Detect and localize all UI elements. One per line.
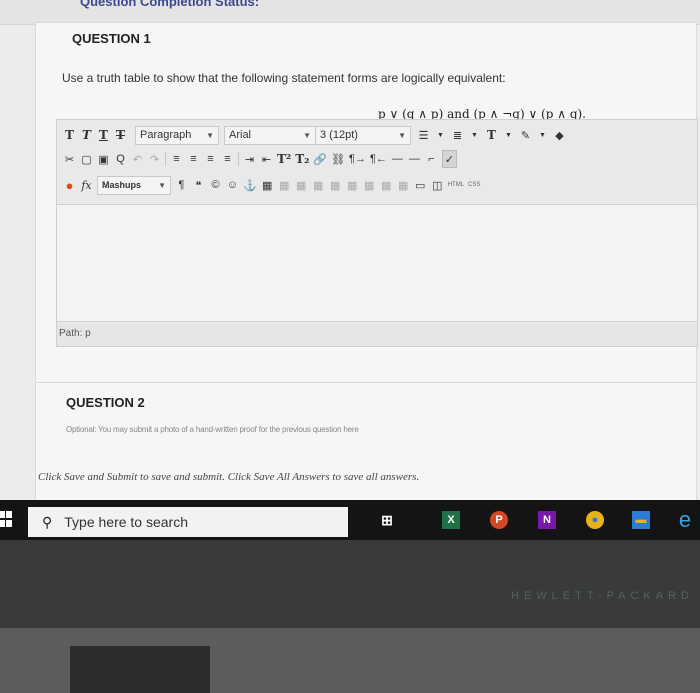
pilcrow-icon[interactable]: ¶ <box>175 177 188 193</box>
editor-path-bar: Path: p <box>57 321 697 346</box>
highlight-pen-icon[interactable]: ✎ <box>519 127 532 143</box>
excel-icon[interactable]: X <box>442 511 460 529</box>
completion-status: Question Completion Status: <box>80 0 260 9</box>
table-props-icon[interactable]: ▦ <box>380 177 393 193</box>
taskbar-search-box[interactable]: ⚲ Type here to search <box>28 507 348 537</box>
indent-icon[interactable]: ⇥ <box>243 151 256 167</box>
table-insert-col-icon[interactable]: ▦ <box>312 177 325 193</box>
copyright-icon[interactable]: © <box>209 177 222 193</box>
bold-button[interactable]: T <box>63 127 76 143</box>
question-2-title: QUESTION 2 <box>66 395 145 410</box>
undo-icon[interactable]: ↶ <box>131 151 144 167</box>
fullscreen-icon[interactable]: ▭ <box>414 177 427 193</box>
record-icon[interactable]: ● <box>63 177 76 193</box>
font-select[interactable]: Arial ▼ <box>224 125 316 145</box>
chrome-icon[interactable]: ● <box>586 511 604 529</box>
chevron-down-icon[interactable]: ▼ <box>536 127 549 143</box>
redo-icon[interactable]: ↷ <box>148 151 161 167</box>
chevron-down-icon[interactable]: ▼ <box>434 127 447 143</box>
chevron-down-icon: ▼ <box>158 180 166 190</box>
paragraph-select[interactable]: Paragraph ▼ <box>135 125 219 145</box>
toolbar-divider <box>238 152 239 166</box>
horizontal-rule-icon[interactable]: — <box>391 151 404 167</box>
bullet-list-icon[interactable]: ☰ <box>417 127 430 143</box>
nonbreaking-space-icon[interactable]: — <box>408 151 421 167</box>
table-delete-col-icon[interactable]: ▦ <box>329 177 342 193</box>
windows-start-icon[interactable] <box>0 510 12 528</box>
numbered-list-icon[interactable]: ≣ <box>451 127 464 143</box>
question-1-title: QUESTION 1 <box>72 31 151 46</box>
eraser-icon[interactable]: ◆ <box>553 127 566 143</box>
spellcheck-icon[interactable]: ⌐ <box>425 151 438 167</box>
chevron-down-icon[interactable]: ▼ <box>502 127 515 143</box>
cell-props-icon[interactable]: ▦ <box>397 177 410 193</box>
table-split-icon[interactable]: ▦ <box>363 177 376 193</box>
italic-button[interactable]: T <box>80 127 93 143</box>
math-formula-icon[interactable]: fx <box>80 177 93 193</box>
table-insert-row-icon[interactable]: ▦ <box>278 177 291 193</box>
table-delete-row-icon[interactable]: ▦ <box>295 177 308 193</box>
copy-icon[interactable]: ▢ <box>80 151 93 167</box>
mashups-select[interactable]: Mashups ▼ <box>97 175 171 195</box>
toolbar-divider <box>165 152 166 166</box>
rich-text-editor: T T T T Paragraph ▼ Arial ▼ 3 (12pt) ▼ ☰… <box>56 119 698 347</box>
editor-toolbar: T T T T Paragraph ▼ Arial ▼ 3 (12pt) ▼ ☰… <box>57 120 697 205</box>
windows-taskbar: ⚲ Type here to search ⊞ X P N ● ▬ e <box>0 500 700 540</box>
powerpoint-icon[interactable]: P <box>490 511 508 529</box>
blockquote-icon[interactable]: ❝ <box>192 177 205 193</box>
align-center-icon[interactable]: ≡ <box>187 151 200 167</box>
edge-browser-icon[interactable]: e <box>676 507 694 532</box>
path-label: Path: p <box>59 328 91 339</box>
task-view-icon[interactable]: ⊞ <box>378 511 396 529</box>
editor-content-area[interactable] <box>57 205 697 321</box>
html-button[interactable]: HTML <box>448 182 464 188</box>
strikethrough-button[interactable]: T <box>114 127 127 143</box>
preview-icon[interactable]: ◫ <box>431 177 444 193</box>
ltr-icon[interactable]: ¶→ <box>349 151 366 167</box>
rtl-icon[interactable]: ¶← <box>370 151 387 167</box>
laptop-brand-logo: HEWLETT-PACKARD <box>511 590 694 602</box>
onenote-icon[interactable]: N <box>538 511 556 529</box>
cut-icon[interactable]: ✂ <box>63 151 76 167</box>
search-placeholder: Type here to search <box>64 514 189 530</box>
underline-button[interactable]: T <box>97 127 110 143</box>
superscript-icon[interactable]: T² <box>277 151 291 167</box>
laptop-hinge-foot <box>70 646 210 693</box>
anchor-icon[interactable]: ⚓ <box>243 177 257 193</box>
chevron-down-icon[interactable]: ▼ <box>468 127 481 143</box>
outdent-icon[interactable]: ⇤ <box>260 151 273 167</box>
emoticon-icon[interactable]: ☺ <box>226 177 239 193</box>
spellcheck-toggle-icon[interactable]: ✓ <box>441 150 457 168</box>
laptop-hinge <box>0 628 700 693</box>
paste-icon[interactable]: ▣ <box>97 151 110 167</box>
justify-icon[interactable]: ≡ <box>221 151 234 167</box>
find-icon[interactable]: Q <box>114 151 127 167</box>
question-2-card: QUESTION 2 Optional: You may submit a ph… <box>35 382 697 500</box>
table-merge-icon[interactable]: ▦ <box>346 177 359 193</box>
table-icon[interactable]: ▦ <box>261 177 274 193</box>
browser-screen: Question Completion Status: QUESTION 1 U… <box>0 0 700 500</box>
subscript-icon[interactable]: T₂ <box>295 151 309 167</box>
css-button[interactable]: CSS <box>468 182 480 188</box>
search-icon: ⚲ <box>42 513 53 530</box>
chevron-down-icon: ▼ <box>398 130 406 140</box>
align-left-icon[interactable]: ≡ <box>170 151 183 167</box>
question-2-prompt: Optional: You may submit a photo of a ha… <box>66 425 359 434</box>
font-size-select[interactable]: 3 (12pt) ▼ <box>315 125 411 145</box>
unlink-icon[interactable]: ⛓ <box>331 151 345 167</box>
link-icon[interactable]: 🔗 <box>313 151 327 167</box>
question-1-prompt: Use a truth table to show that the follo… <box>62 71 506 85</box>
chevron-down-icon: ▼ <box>303 130 311 140</box>
text-color-icon[interactable]: T <box>485 127 498 143</box>
save-instructions: Click Save and Submit to save and submit… <box>38 471 420 483</box>
file-explorer-icon[interactable]: ▬ <box>632 511 650 529</box>
align-right-icon[interactable]: ≡ <box>204 151 217 167</box>
question-1-card: QUESTION 1 Use a truth table to show tha… <box>35 22 698 394</box>
chevron-down-icon: ▼ <box>206 130 214 140</box>
